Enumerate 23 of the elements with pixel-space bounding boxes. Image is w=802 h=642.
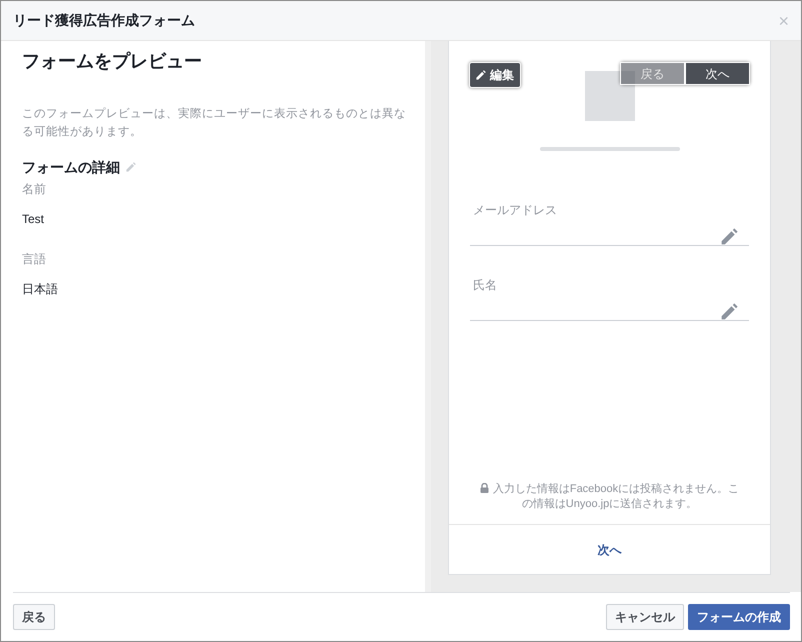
back-button[interactable]: 戻る <box>13 604 55 630</box>
cancel-button[interactable]: キャンセル <box>606 604 684 630</box>
privacy-note: 入力した情報はFacebookには投稿されません。この情報はUnyoo.jpに送信されます。 <box>492 483 740 510</box>
field-label: メールアドレス <box>473 202 557 219</box>
preview-heading: フォームをプレビュー <box>22 51 203 73</box>
detail-value: 日本語 <box>22 280 59 298</box>
next-link[interactable]: 次へ <box>598 540 622 558</box>
pencil-icon <box>721 228 738 245</box>
section-title: フォームの詳細 <box>22 158 120 177</box>
preview-note: このフォームプレビューは、実際にユーザーに表示されるものとは異なる可能性があります。 <box>22 106 407 140</box>
lock-icon <box>480 483 489 493</box>
next-button[interactable]: 次へ <box>685 62 750 85</box>
pencil-icon <box>476 70 486 80</box>
pencil-icon <box>126 162 136 172</box>
detail-label: 言語 <box>22 250 47 268</box>
detail-label: 名前 <box>22 180 47 198</box>
dialog-title: リード獲得広告作成フォーム <box>13 11 195 30</box>
image-placeholder <box>584 71 634 121</box>
field-label: 氏名 <box>473 277 497 294</box>
edit-button[interactable]: 編集 <box>469 62 521 88</box>
pencil-icon <box>721 303 738 320</box>
detail-value: Test <box>22 210 46 228</box>
create-form-button[interactable]: フォームの作成 <box>688 604 790 630</box>
